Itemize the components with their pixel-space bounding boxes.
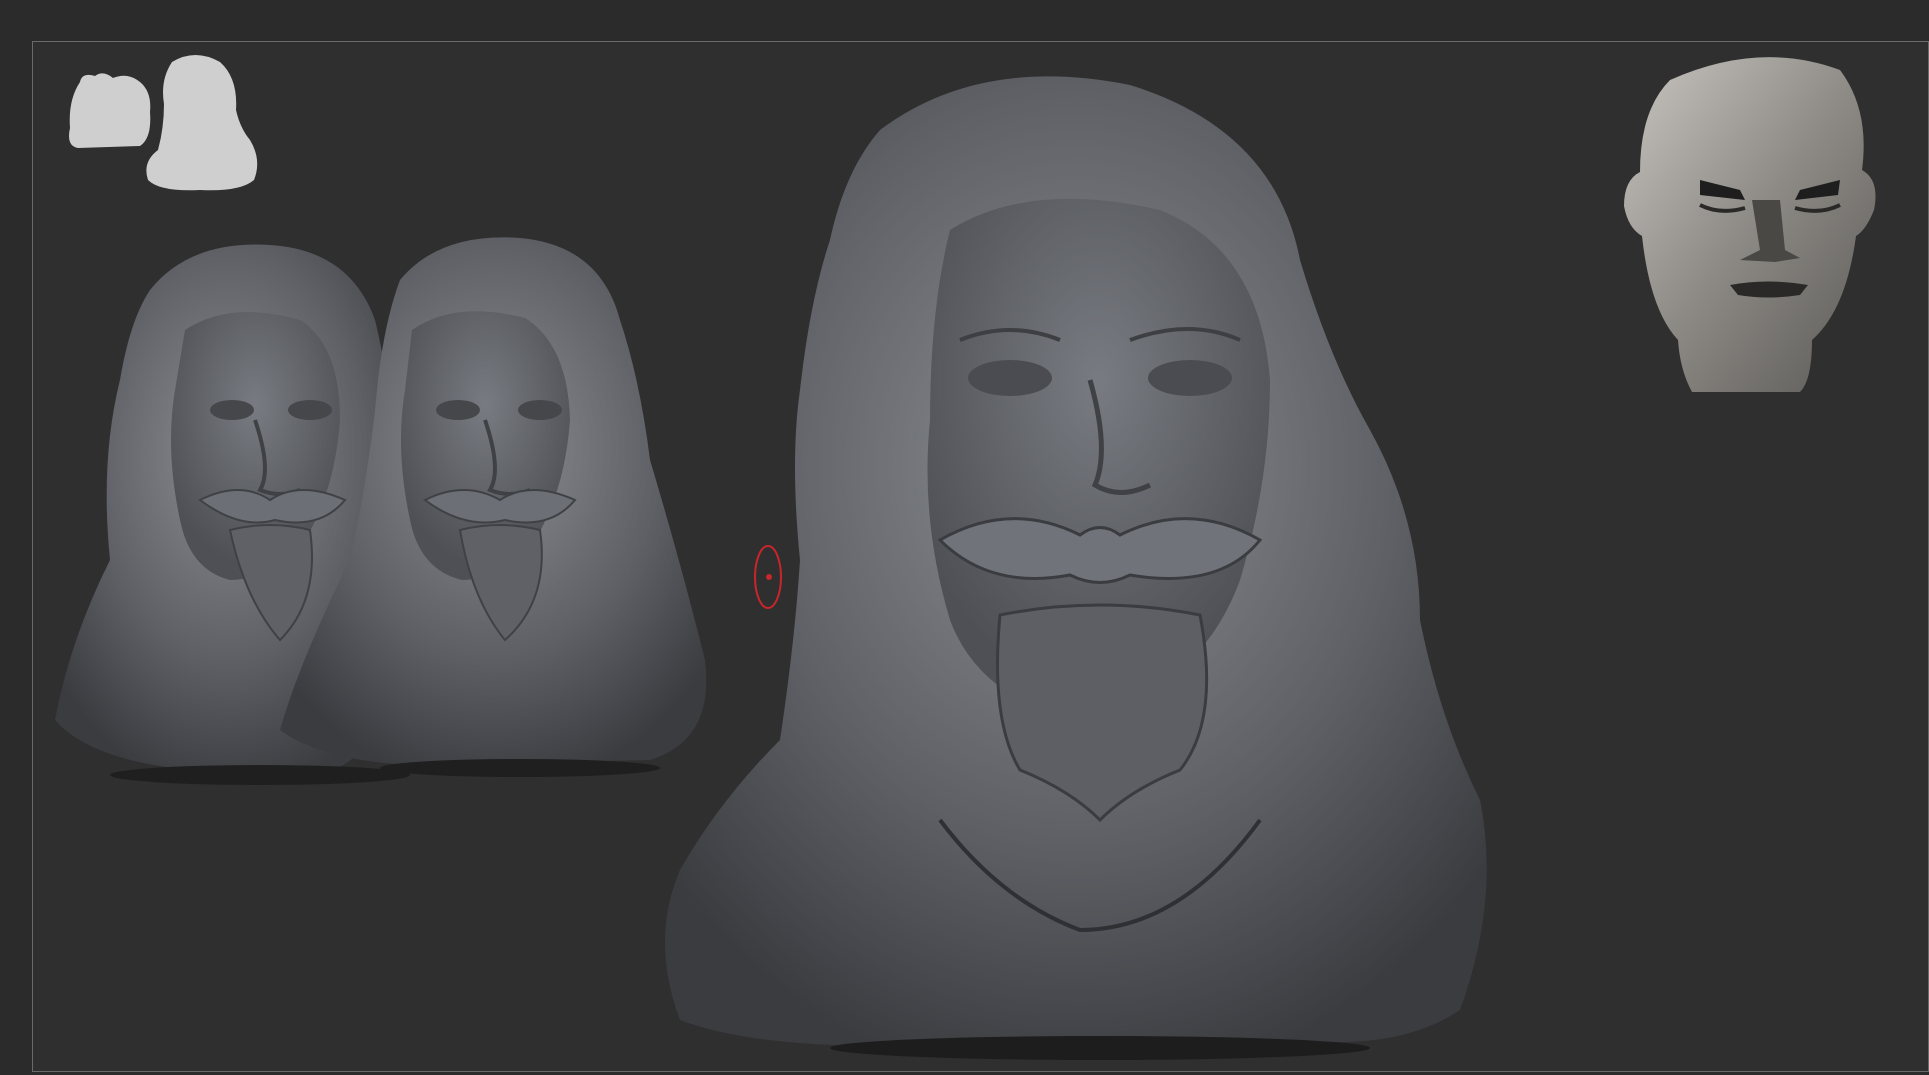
viewport-canvas[interactable] <box>0 0 1929 1075</box>
planar-head-reference[interactable] <box>1624 57 1876 393</box>
bearded-man-bust-large[interactable] <box>665 76 1487 1060</box>
brush-cursor-icon <box>754 545 782 609</box>
silhouette-icon[interactable] <box>69 55 258 191</box>
